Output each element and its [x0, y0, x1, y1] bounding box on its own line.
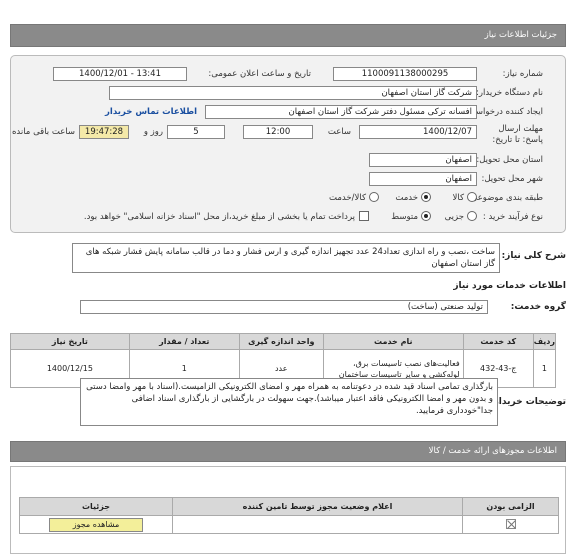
need-info-panel: شماره نیاز: 1100091138000295 تاریخ و ساع…	[10, 55, 566, 233]
col-required: الزامی بودن	[462, 497, 559, 516]
view-license-button[interactable]: مشاهده مجوز	[49, 517, 143, 532]
province-field: اصفهان	[369, 153, 477, 167]
days-field: 5	[167, 125, 225, 139]
province-label: استان محل تحویل:	[476, 155, 543, 165]
col-license-status: اعلام وضعیت مجوز توسط تامین کننده	[172, 497, 463, 516]
category-both-radio[interactable]	[369, 192, 379, 202]
category-service-radio[interactable]	[421, 192, 431, 202]
col-service-code: کد خدمت	[462, 333, 534, 350]
buyer-notes-box: بارگذاری تمامی اسناد قید شده در دعوتنامه…	[80, 378, 498, 426]
city-field: اصفهان	[369, 172, 477, 186]
category-service-text: خدمت	[395, 193, 418, 203]
details-header: جزئیات اطلاعات نیاز	[10, 24, 566, 47]
process-minor-radio[interactable]	[467, 211, 477, 221]
buyer-org-field: شرکت گاز استان اصفهان	[109, 86, 477, 100]
deadline-time-label: ساعت	[327, 127, 351, 137]
deadline-time-field: 12:00	[243, 125, 313, 139]
category-label: طبقه بندی موضوعی:	[467, 193, 543, 203]
table-row: مشاهده مجوز	[19, 515, 559, 534]
services-section-title: اطلاعات خدمات مورد نیاز	[453, 281, 566, 291]
deadline-date-field: 1400/12/07	[359, 125, 477, 139]
days-label: روز و	[143, 127, 163, 137]
remaining-label: ساعت باقی مانده	[11, 127, 75, 137]
remaining-time-field: 19:47:28	[79, 125, 129, 139]
process-label: نوع فرآیند خرید :	[482, 212, 543, 222]
need-number-label: شماره نیاز:	[502, 69, 543, 79]
summary-box: ساخت ،نصب و راه اندازی تعداد24 عدد تجهیز…	[72, 243, 500, 273]
process-minor-text: جزیی	[444, 212, 464, 222]
col-unit: واحد اندازه گیری	[238, 333, 324, 350]
buyer-org-label: نام دستگاه خریدار:	[476, 88, 543, 98]
buyer-notes-label: توضیحات خریدار:	[490, 397, 566, 407]
col-row: ردیف	[532, 333, 557, 350]
cell-row: 1	[532, 349, 557, 388]
cell-details: مشاهده مجوز	[19, 515, 173, 534]
cell-required	[462, 515, 559, 534]
licenses-header: اطلاعات مجوزهای ارائه خدمت / کالا	[10, 441, 566, 462]
announce-label: تاریخ و ساعت اعلان عمومی:	[208, 69, 311, 79]
service-group-label: گروه خدمت:	[510, 302, 566, 312]
licenses-header-title: اطلاعات مجوزهای ارائه خدمت / کالا	[428, 446, 557, 456]
details-header-title: جزئیات اطلاعات نیاز	[484, 30, 557, 40]
category-goods-radio[interactable]	[467, 192, 477, 202]
need-number-field: 1100091138000295	[333, 67, 477, 81]
col-service-name: نام خدمت	[322, 333, 464, 350]
buyer-contact-link[interactable]: اطلاعات تماس خریدار	[105, 107, 197, 117]
process-medium-text: متوسط	[391, 212, 418, 222]
city-label: شهر محل تحویل:	[481, 174, 543, 184]
service-group-field: تولید صنعتی (ساخت)	[80, 300, 488, 314]
col-quantity: تعداد / مقدار	[128, 333, 240, 350]
category-goods-text: کالا	[452, 193, 464, 203]
cell-license-status	[172, 515, 463, 534]
category-both-text: کالا/خدمت	[329, 193, 366, 203]
deadline-label: مهلت ارسال پاسخ: تا تاریخ:	[492, 124, 543, 145]
licenses-panel: الزامی بودن اعلام وضعیت مجوز توسط تامین …	[10, 466, 566, 554]
treasury-payment-text: پرداخت تمام یا بخشی از مبلغ خرید،از محل …	[83, 212, 355, 222]
required-checkbox	[505, 518, 516, 529]
creator-field: افسانه ترکی مسئول دفتر شرکت گاز استان اص…	[205, 105, 477, 119]
treasury-payment-checkbox[interactable]	[359, 211, 369, 221]
announce-field: 1400/12/01 - 13:41	[53, 67, 187, 81]
licenses-table: الزامی بودن اعلام وضعیت مجوز توسط تامین …	[19, 497, 559, 534]
process-medium-radio[interactable]	[421, 211, 431, 221]
col-need-date: تاریخ نیاز	[10, 333, 130, 350]
summary-label: شرح کلی نیاز:	[501, 251, 566, 261]
col-details: جزئیات	[19, 497, 173, 516]
